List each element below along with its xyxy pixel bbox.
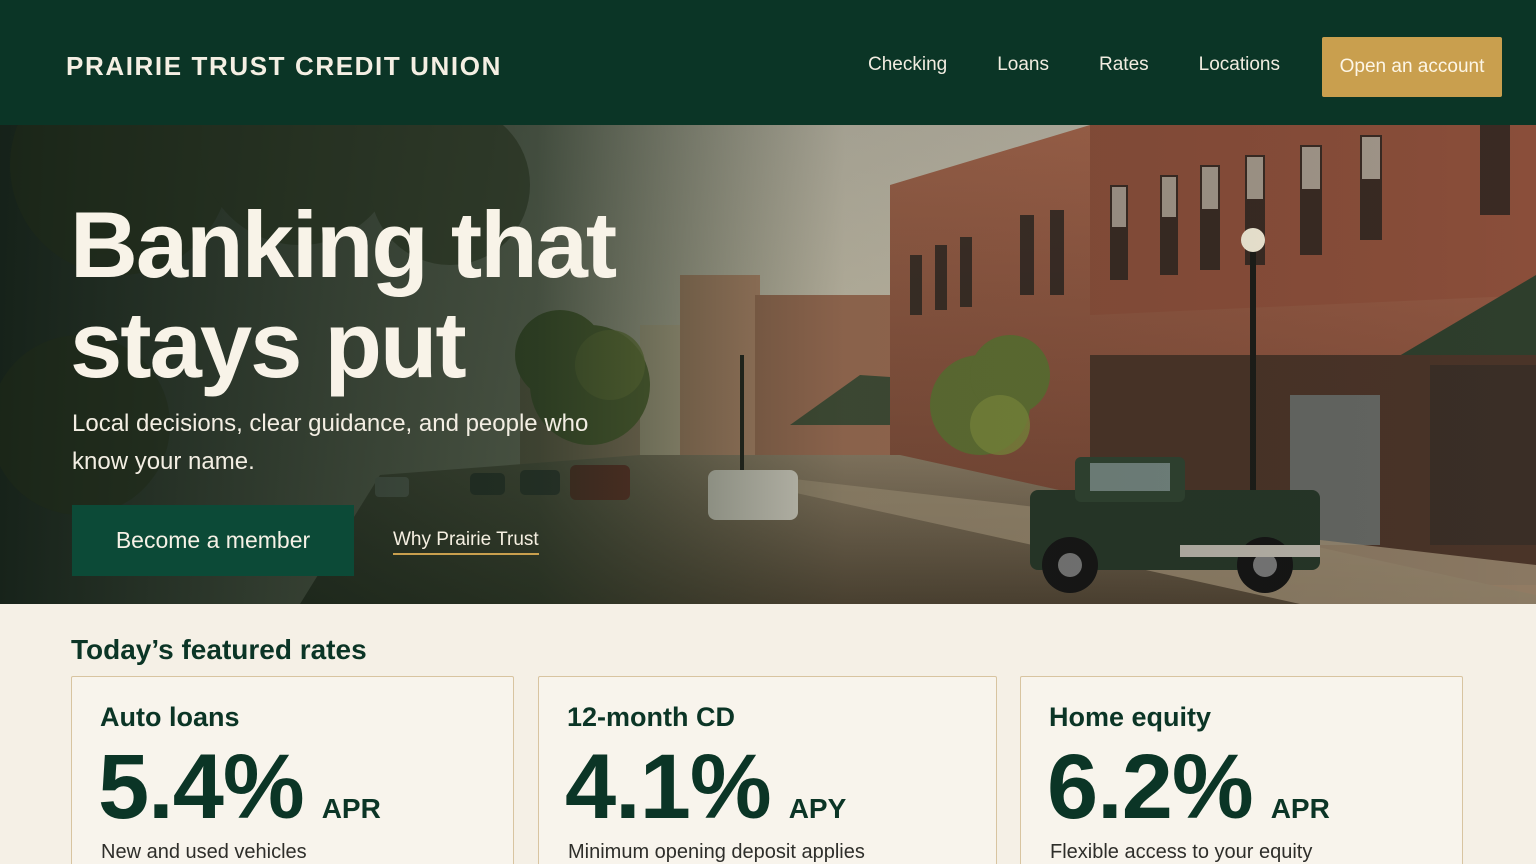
main-nav: Checking Loans Rates Locations (868, 53, 1280, 77)
rate-value-row: 5.4% APR (98, 737, 381, 837)
rate-card-label: Home equity (1049, 702, 1212, 732)
nav-link-locations[interactable]: Locations (1199, 53, 1280, 77)
open-account-button[interactable]: Open an account (1322, 37, 1502, 97)
become-member-button[interactable]: Become a member (72, 505, 354, 576)
hero-title-line2: stays put (70, 292, 467, 397)
rate-unit: APY (788, 793, 847, 824)
rate-value-row: 6.2% APR (1047, 737, 1330, 837)
site-header: PRAIRIE TRUST CREDIT UNION Checking Loan… (0, 0, 1536, 125)
nav-link-loans[interactable]: Loans (997, 53, 1049, 77)
rate-card-auto-loans[interactable]: Auto loans 5.4% APR New and used vehicle… (71, 676, 514, 864)
featured-rates-heading: Today’s featured rates (71, 634, 367, 665)
rate-value: 6.2% (1047, 736, 1254, 838)
brand-logo-text[interactable]: PRAIRIE TRUST CREDIT UNION (66, 50, 502, 82)
rate-description: New and used vehicles (101, 841, 307, 863)
rate-description: Minimum opening deposit applies (568, 841, 865, 863)
rate-unit: APR (321, 793, 381, 824)
hero-title: Banking that stays put (70, 195, 690, 395)
rate-value-row: 4.1% APY (565, 737, 846, 837)
rate-card-label: 12-month CD (567, 702, 735, 732)
why-prairie-trust-link[interactable]: Why Prairie Trust (393, 529, 539, 555)
rate-description: Flexible access to your equity (1050, 841, 1313, 863)
nav-link-checking[interactable]: Checking (868, 53, 947, 77)
rate-card-home-equity[interactable]: Home equity 6.2% APR Flexible access to … (1020, 676, 1463, 864)
rate-card-label: Auto loans (100, 702, 240, 732)
rate-value: 4.1% (565, 736, 772, 838)
rate-unit: APR (1270, 793, 1330, 824)
nav-link-rates[interactable]: Rates (1099, 53, 1149, 77)
rate-card-12-month-cd[interactable]: 12-month CD 4.1% APY Minimum opening dep… (538, 676, 997, 864)
hero-subtitle: Local decisions, clear guidance, and peo… (72, 410, 589, 475)
hero-section: Banking that stays put Local decisions, … (0, 125, 1536, 604)
hero-title-line1: Banking that (70, 192, 617, 297)
rate-value: 5.4% (98, 736, 305, 838)
